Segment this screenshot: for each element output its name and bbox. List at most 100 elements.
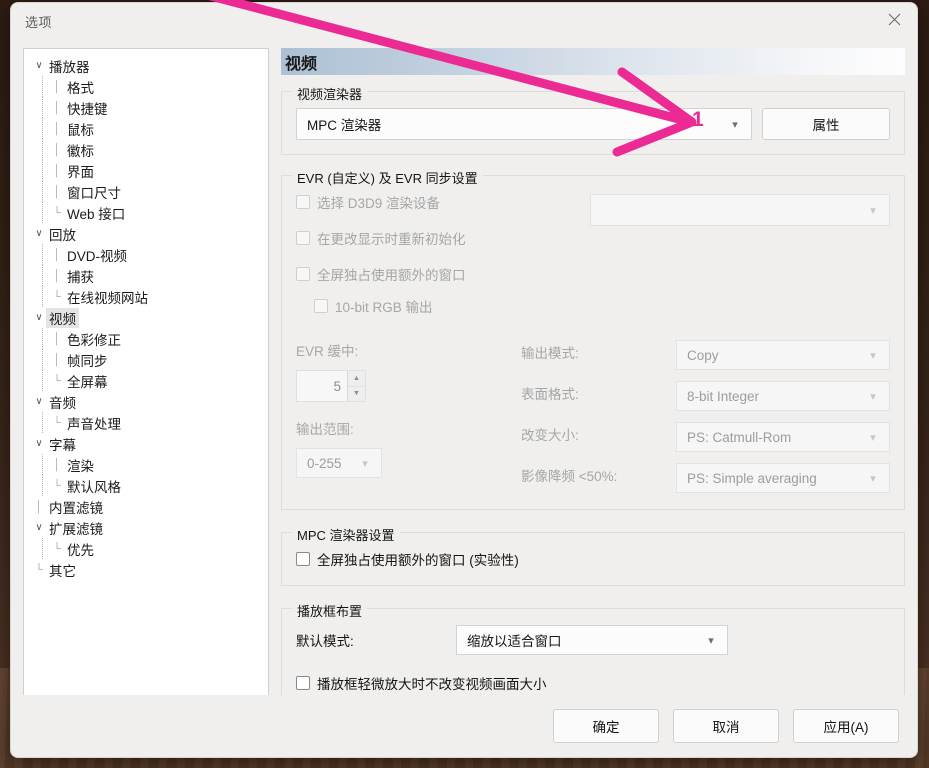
- sidebar-item-label: 回放: [46, 224, 79, 244]
- sidebar-item-0[interactable]: ∨播放器: [24, 55, 268, 76]
- chevron-down-icon: ∨: [32, 517, 46, 538]
- chevron-down-icon: ∨: [32, 55, 46, 76]
- output-range-dropdown: 0-255 ▾: [296, 448, 382, 478]
- chevron-down-icon: ▾: [865, 349, 881, 362]
- sidebar-item-label: 其它: [46, 560, 79, 580]
- sidebar-item-5[interactable]: │界面: [24, 160, 268, 181]
- surface-format-dropdown: 8-bit Integer ▾: [676, 381, 890, 411]
- sidebar-item-7[interactable]: └Web 接口: [24, 202, 268, 223]
- tree-branch-icon: │: [50, 249, 64, 261]
- mpc-renderer-group: MPC 渲染器设置 全屏独占使用额外的窗口 (实验性): [281, 532, 905, 586]
- output-mode-label: 输出模式:: [521, 342, 676, 383]
- tree-guide-line: [42, 538, 43, 559]
- sidebar-item-9[interactable]: │DVD-视频: [24, 244, 268, 265]
- checkbox-no-resize-zoom-in[interactable]: 播放框轻微放大时不改变视频画面大小: [296, 673, 778, 693]
- sidebar-item-1[interactable]: │格式: [24, 76, 268, 97]
- sidebar-item-label: 鼠标: [64, 119, 97, 139]
- close-icon[interactable]: [871, 3, 917, 36]
- sidebar-item-15[interactable]: └全屏幕: [24, 370, 268, 391]
- settings-tree-panel[interactable]: ∨播放器│格式│快捷键│鼠标│徽标│界面│窗口尺寸└Web 接口∨回放│DVD-…: [23, 48, 269, 713]
- chevron-down-icon: ▾: [865, 204, 881, 217]
- tree-guide-line: [42, 265, 43, 286]
- sidebar-item-label: 快捷键: [64, 98, 111, 118]
- sidebar-item-16[interactable]: ∨音频: [24, 391, 268, 412]
- tree-branch-icon: └: [50, 207, 64, 219]
- checkbox-select-d3d9-device: 选择 D3D9 渲染设备: [296, 192, 590, 212]
- renderer-properties-button[interactable]: 属性: [762, 108, 890, 140]
- settings-tree[interactable]: ∨播放器│格式│快捷键│鼠标│徽标│界面│窗口尺寸└Web 接口∨回放│DVD-…: [24, 55, 268, 580]
- sidebar-item-label: 优先: [64, 539, 97, 559]
- tree-branch-icon: └: [50, 543, 64, 555]
- surface-format-label: 表面格式:: [521, 383, 676, 424]
- ok-button[interactable]: 确定: [553, 709, 659, 743]
- sidebar-item-label: 全屏幕: [64, 371, 111, 391]
- sidebar-item-17[interactable]: └声音处理: [24, 412, 268, 433]
- evr-settings-group: EVR (自定义) 及 EVR 同步设置 选择 D3D9 渲染设备 在更改显示时…: [281, 175, 905, 510]
- checkbox-box: [296, 231, 310, 245]
- tree-guide-line: [42, 286, 43, 307]
- checkbox-box: [314, 299, 328, 313]
- checkbox-reinit-label: 在更改显示时重新初始化: [317, 228, 466, 248]
- apply-label: 应用(A): [824, 716, 869, 736]
- sidebar-item-label: 格式: [64, 77, 97, 97]
- sidebar-item-14[interactable]: │帧同步: [24, 349, 268, 370]
- tree-guide-line: [42, 118, 43, 139]
- checkbox-10bit-rgb-output: 10-bit RGB 输出: [314, 296, 590, 316]
- sidebar-item-label: 视频: [46, 308, 79, 328]
- sidebar-item-12[interactable]: ∨视频: [24, 307, 268, 328]
- tree-branch-icon: │: [50, 333, 64, 345]
- checkbox-no-resize-zoom-in-label: 播放框轻微放大时不改变视频画面大小: [317, 673, 547, 693]
- tree-guide-line: [42, 370, 43, 391]
- default-mode-dropdown[interactable]: 缩放以适合窗口 ▾: [456, 625, 728, 655]
- tree-branch-icon: │: [50, 144, 64, 156]
- sidebar-item-24[interactable]: └其它: [24, 559, 268, 580]
- checkbox-mpc-fullscreen-extra-window[interactable]: 全屏独占使用额外的窗口 (实验性): [296, 549, 890, 569]
- video-renderer-dropdown[interactable]: MPC 渲染器 ▾: [296, 108, 752, 140]
- sidebar-item-2[interactable]: │快捷键: [24, 97, 268, 118]
- sidebar-item-6[interactable]: │窗口尺寸: [24, 181, 268, 202]
- sidebar-item-20[interactable]: └默认风格: [24, 475, 268, 496]
- resize-dropdown: PS: Catmull-Rom ▾: [676, 422, 890, 452]
- chevron-down-icon: ▾: [703, 634, 719, 647]
- sidebar-item-11[interactable]: └在线视频网站: [24, 286, 268, 307]
- sidebar-item-8[interactable]: ∨回放: [24, 223, 268, 244]
- sidebar-item-label: 播放器: [46, 56, 93, 76]
- evr-buffer-value: 5: [297, 371, 347, 401]
- chevron-down-icon: ∨: [32, 433, 46, 454]
- apply-button[interactable]: 应用(A): [793, 709, 899, 743]
- chevron-down-icon: ▾: [865, 431, 881, 444]
- sidebar-item-22[interactable]: ∨扩展滤镜: [24, 517, 268, 538]
- sidebar-item-10[interactable]: │捕获: [24, 265, 268, 286]
- cancel-label: 取消: [713, 716, 740, 736]
- sidebar-item-3[interactable]: │鼠标: [24, 118, 268, 139]
- tree-guide-line: [42, 202, 43, 223]
- tree-guide-line: [42, 349, 43, 370]
- video-renderer-group: 视频渲染器 MPC 渲染器 ▾ 属性: [281, 91, 905, 155]
- sidebar-item-label: 内置滤镜: [46, 497, 106, 517]
- tree-branch-icon: │: [50, 270, 64, 282]
- sidebar-item-13[interactable]: │色彩修正: [24, 328, 268, 349]
- tree-branch-icon: └: [50, 480, 64, 492]
- tree-guide-line: [42, 454, 43, 475]
- tree-branch-icon: │: [32, 501, 46, 513]
- cancel-button[interactable]: 取消: [673, 709, 779, 743]
- sidebar-item-23[interactable]: └优先: [24, 538, 268, 559]
- sidebar-item-4[interactable]: │徽标: [24, 139, 268, 160]
- sidebar-item-label: DVD-视频: [64, 245, 130, 265]
- tree-guide-line: [42, 76, 43, 97]
- sidebar-item-19[interactable]: │渲染: [24, 454, 268, 475]
- title-bar: 选项: [11, 3, 917, 40]
- sidebar-item-label: 帧同步: [64, 350, 111, 370]
- options-dialog: 选项 ∨播放器│格式│快捷键│鼠标│徽标│界面│窗口尺寸└Web 接口∨回放│D…: [10, 2, 918, 758]
- evr-buffer-label: EVR 缓中:: [296, 340, 521, 360]
- checkbox-mpc-fullscreen-label: 全屏独占使用额外的窗口 (实验性): [317, 549, 519, 569]
- checkbox-reinit-on-display-change: 在更改显示时重新初始化: [296, 228, 590, 248]
- sidebar-item-18[interactable]: ∨字幕: [24, 433, 268, 454]
- sidebar-item-21[interactable]: │内置滤镜: [24, 496, 268, 517]
- tree-guide-line: [42, 97, 43, 118]
- tree-branch-icon: │: [50, 165, 64, 177]
- surface-format-value: 8-bit Integer: [687, 389, 865, 404]
- checkbox-evr-fullscreen-extra-window: 全屏独占使用额外的窗口: [296, 264, 590, 284]
- downscale-value: PS: Simple averaging: [687, 471, 865, 486]
- stepper-down-icon: ▼: [348, 387, 365, 402]
